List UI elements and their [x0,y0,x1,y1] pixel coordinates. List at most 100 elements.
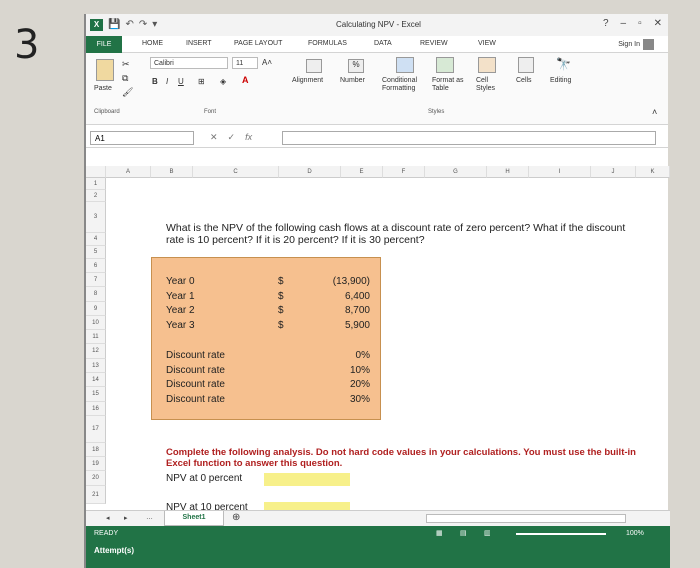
cell-styles-icon[interactable] [478,57,496,73]
zoom-slider[interactable] [516,533,606,535]
paste-label[interactable]: Paste [94,85,112,92]
fx-icon[interactable]: fx [245,132,252,143]
conditional-formatting-icon[interactable] [396,57,414,73]
row-header-20[interactable]: 20 [86,471,106,486]
row-header-9[interactable]: 9 [86,302,106,316]
undo-icon[interactable]: ↶ [125,19,133,31]
cash-flow-label[interactable]: Year 0 [166,276,195,287]
cash-flow-currency[interactable]: $ [278,305,284,316]
column-header-e[interactable]: E [341,166,383,178]
cash-flow-currency[interactable]: $ [278,320,284,331]
cells-icon[interactable] [518,57,534,73]
row-header-7[interactable]: 7 [86,273,106,287]
row-header-6[interactable]: 6 [86,259,106,273]
discount-rate-value[interactable]: 30% [306,394,370,405]
column-header-g[interactable]: G [425,166,487,178]
row-header-2[interactable]: 2 [86,190,106,202]
percent-icon[interactable]: % [348,59,364,73]
format-painter-icon[interactable]: 🖌 [122,87,133,98]
paste-icon[interactable] [96,59,114,81]
underline-button[interactable]: U [178,77,184,86]
name-box[interactable]: A1 [90,131,194,145]
zoom-level[interactable]: 100% [626,530,644,537]
grow-font-icon[interactable]: A˄ [262,58,272,67]
close-button[interactable]: ✕ [654,18,662,29]
alignment-label[interactable]: Alignment [292,77,323,84]
cells-label[interactable]: Cells [516,77,532,84]
row-header-13[interactable]: 13 [86,359,106,373]
discount-rate-label[interactable]: Discount rate [166,394,225,405]
cancel-icon[interactable]: ✕ [210,132,218,143]
npv-answer-cell[interactable] [264,473,350,486]
row-header-18[interactable]: 18 [86,443,106,457]
column-header-j[interactable]: J [591,166,636,178]
cash-flow-currency[interactable]: $ [278,276,284,287]
row-header-8[interactable]: 8 [86,287,106,302]
cash-flow-label[interactable]: Year 1 [166,291,195,302]
column-header-f[interactable]: F [383,166,425,178]
format-as-table-label[interactable]: Format as Table [432,77,468,93]
cash-flow-value[interactable]: 8,700 [306,305,370,316]
fill-color-icon[interactable]: ◈ [220,77,226,86]
tab-data[interactable]: DATA [374,40,392,47]
row-header-15[interactable]: 15 [86,387,106,402]
font-color-icon[interactable]: A [242,75,249,85]
column-header-c[interactable]: C [193,166,279,178]
discount-rate-label[interactable]: Discount rate [166,379,225,390]
tab-review[interactable]: REVIEW [420,40,448,47]
column-header-k[interactable]: K [636,166,670,178]
row-header-3[interactable]: 3 [86,202,106,233]
column-header-d[interactable]: D [279,166,341,178]
editing-icon[interactable]: 🔭 [556,57,571,71]
prev-sheet-icon[interactable]: ◂ [106,514,110,522]
horizontal-scrollbar[interactable] [426,514,626,523]
row-header-17[interactable]: 17 [86,416,106,443]
normal-view-icon[interactable]: ▦ [436,529,443,537]
italic-button[interactable]: I [166,77,168,86]
npv-label[interactable]: NPV at 0 percent [166,473,242,484]
minimize-button[interactable]: – [621,18,627,29]
restore-button[interactable]: ▫ [638,18,642,29]
more-sheets-icon[interactable]: … [146,514,153,521]
number-label[interactable]: Number [340,77,365,84]
enter-icon[interactable]: ✓ [228,132,236,143]
discount-rate-value[interactable]: 10% [306,365,370,376]
formula-input[interactable] [282,131,656,145]
add-sheet-icon[interactable]: ⊕ [232,512,240,523]
cut-icon[interactable]: ✂ [122,59,130,70]
column-header-h[interactable]: H [487,166,529,178]
row-header-10[interactable]: 10 [86,316,106,330]
customize-icon[interactable]: ▾ [152,19,157,31]
collapse-ribbon-icon[interactable]: ˄ [652,107,657,117]
column-header-a[interactable]: A [106,166,151,178]
alignment-icon[interactable] [306,59,322,73]
tab-formulas[interactable]: FORMULAS [308,40,347,47]
format-as-table-icon[interactable] [436,57,454,73]
save-icon[interactable]: 💾 [108,19,120,31]
cell-styles-label[interactable]: Cell Styles [476,77,502,93]
tab-home[interactable]: HOME [142,40,163,47]
borders-icon[interactable]: ⊞ [198,77,205,86]
cash-flow-value[interactable]: 6,400 [306,291,370,302]
page-layout-view-icon[interactable]: ▤ [460,529,467,537]
tab-insert[interactable]: INSERT [186,40,212,47]
cash-flow-label[interactable]: Year 2 [166,305,195,316]
tab-file[interactable]: FILE [86,36,122,53]
sign-in[interactable]: Sign In [618,39,654,50]
conditional-formatting-label[interactable]: Conditional Formatting [382,77,426,93]
row-header-12[interactable]: 12 [86,344,106,359]
row-header-11[interactable]: 11 [86,330,106,344]
cash-flow-value[interactable]: 5,900 [306,320,370,331]
discount-rate-label[interactable]: Discount rate [166,365,225,376]
row-header-1[interactable]: 1 [86,178,106,190]
row-header-16[interactable]: 16 [86,402,106,416]
help-button[interactable]: ? [603,18,609,29]
editing-label[interactable]: Editing [550,77,571,84]
spreadsheet-grid[interactable]: ABCDEFGHIJK 1 2 3 4 5 6 7 8 9 10 11 12 13 14 15 16 17 18 1… [86,166,670,526]
font-size-select[interactable]: 11 [232,57,258,69]
discount-rate-label[interactable]: Discount rate [166,350,225,361]
discount-rate-value[interactable]: 0% [306,350,370,361]
discount-rate-value[interactable]: 20% [306,379,370,390]
row-header-19[interactable]: 19 [86,457,106,471]
page-break-view-icon[interactable]: ▥ [484,529,491,537]
